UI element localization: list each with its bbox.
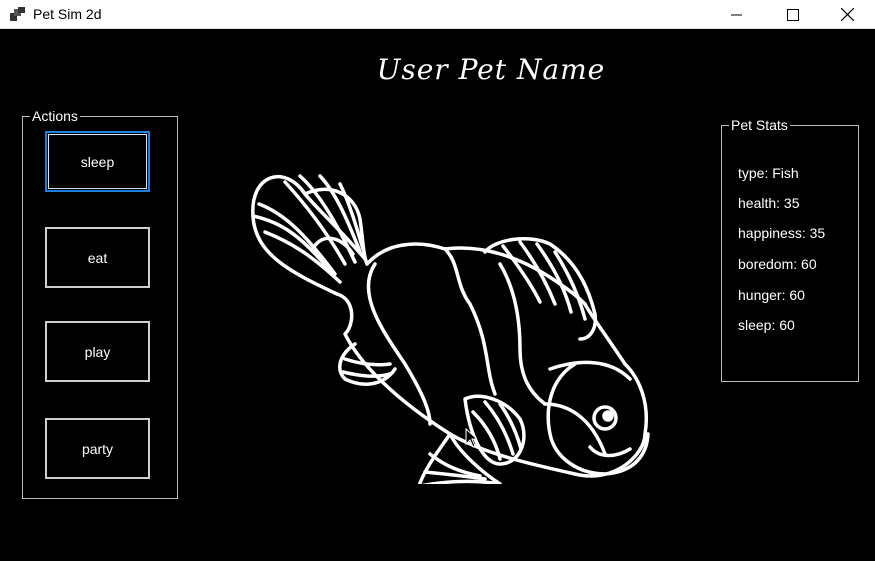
mouse-cursor-icon [465, 428, 477, 448]
app-window-icon [10, 7, 25, 21]
pet-name-title: User Pet Name [376, 53, 606, 86]
minimize-button[interactable] [709, 0, 765, 29]
maximize-button[interactable] [765, 0, 821, 29]
title-bar[interactable]: Pet Sim 2d [0, 0, 875, 29]
maximize-icon [787, 8, 799, 21]
stat-type: type: Fish [738, 165, 799, 181]
actions-legend: Actions [30, 108, 80, 124]
stat-hunger: hunger: 60 [738, 287, 805, 303]
party-button[interactable]: party [45, 418, 150, 479]
pet-stats-groupbox: Pet Stats type: Fish health: 35 happines… [721, 117, 859, 382]
fish-icon [251, 174, 650, 484]
pet-stats-legend: Pet Stats [729, 117, 790, 133]
window-title: Pet Sim 2d [33, 6, 102, 22]
minimize-icon [731, 14, 742, 15]
play-button[interactable]: play [45, 321, 150, 382]
close-icon [840, 8, 854, 21]
stat-happiness: happiness: 35 [738, 225, 826, 241]
stat-sleep: sleep: 60 [738, 317, 795, 333]
stat-health: health: 35 [738, 195, 800, 211]
close-button[interactable] [819, 0, 875, 29]
sleep-button[interactable]: sleep [45, 131, 150, 192]
stat-boredom: boredom: 60 [738, 256, 817, 272]
actions-groupbox: Actions sleep eat play party [22, 108, 178, 499]
client-area: User Pet Name Actions sleep eat play par… [0, 29, 875, 561]
eat-button[interactable]: eat [45, 227, 150, 288]
